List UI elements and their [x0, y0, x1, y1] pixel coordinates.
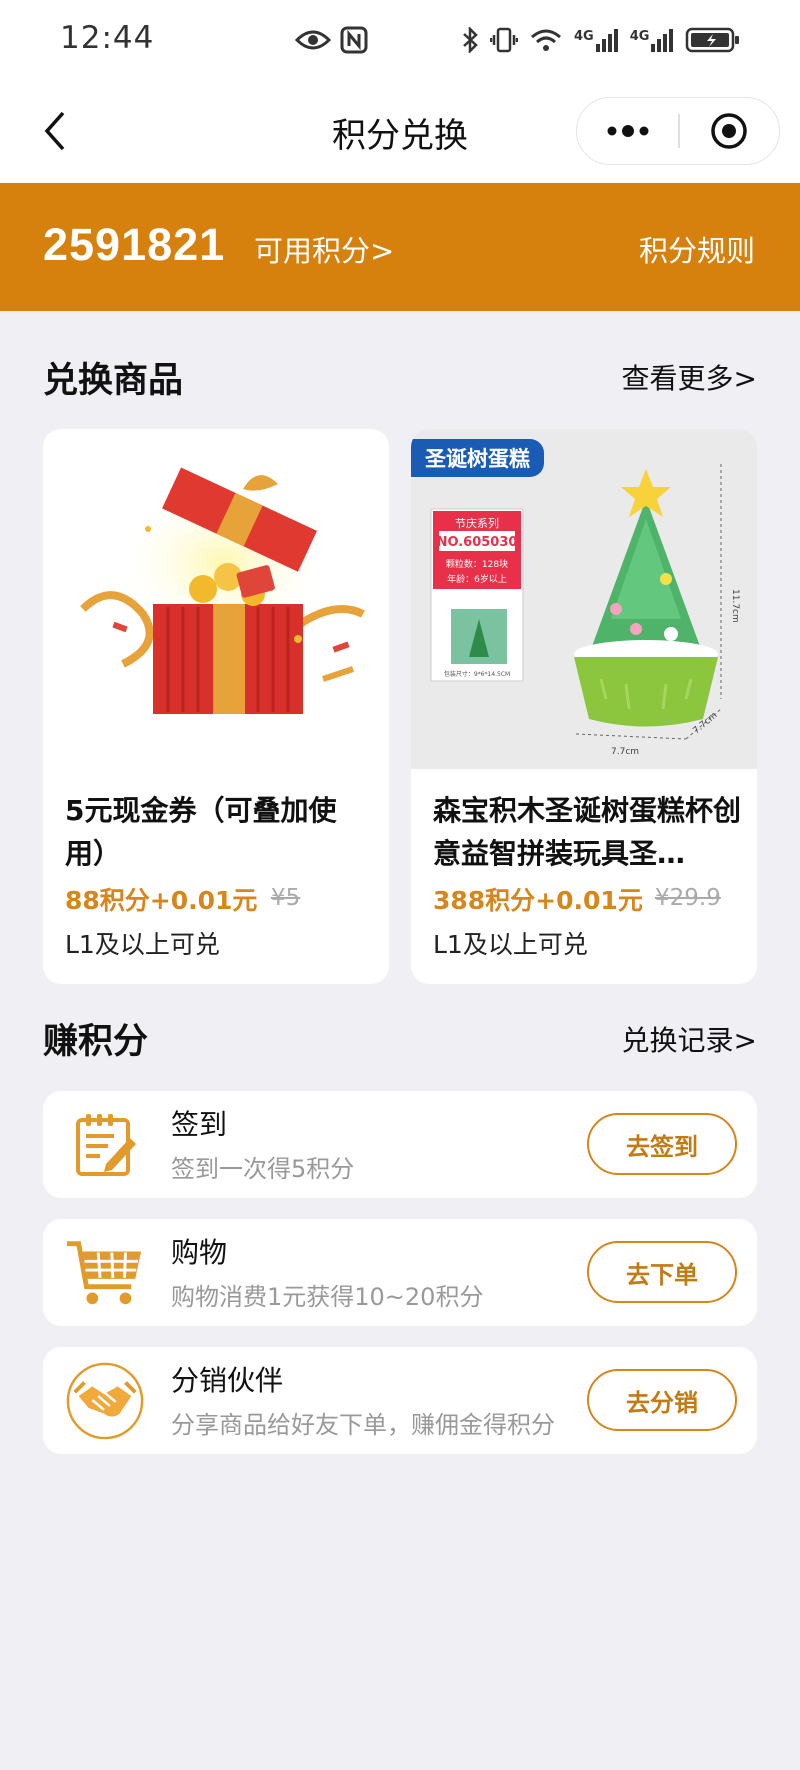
network-type-label: 4G [629, 28, 650, 44]
product-name: 森宝积木圣诞树蛋糕杯创意益智拼装玩具圣… [433, 794, 742, 870]
wifi-icon [531, 29, 561, 51]
sign-in-button[interactable]: 去签到 [587, 1113, 737, 1175]
more-button[interactable] [577, 98, 678, 164]
earn-item-title: 分销伙伴 [171, 1364, 284, 1397]
earn-item-shopping: 购物 购物消费1元获得10~20积分 去下单 [43, 1219, 757, 1326]
signal-bar [657, 38, 662, 52]
product-price: 388积分+0.01元 [433, 886, 643, 915]
product-original-price: ¥29.9 [655, 885, 721, 911]
earn-item-desc: 购物消费1元获得10~20积分 [171, 1283, 484, 1311]
exchange-section-title: 兑换商品 [43, 361, 184, 401]
earn-item-title: 签到 [171, 1108, 228, 1141]
distribute-button[interactable]: 去分销 [587, 1369, 737, 1431]
product-tag: 圣诞树蛋糕 [411, 439, 544, 477]
xmas-tree-toy-icon: 节庆系列 NO.605030 颗粒数：128块 年龄：6岁以上 包装尺寸：9*6… [430, 464, 740, 757]
earn-item-distribution: 分销伙伴 分享商品给好友下单，赚佣金得积分 去分销 [43, 1347, 757, 1454]
shopping-cart-icon [65, 1233, 145, 1313]
bluetooth-icon [463, 27, 478, 53]
exchange-record-link[interactable]: 兑换记录> [622, 1019, 757, 1059]
handshake-icon [65, 1361, 145, 1441]
signal-bar [607, 33, 612, 52]
place-order-button[interactable]: 去下单 [587, 1241, 737, 1303]
signal-bar [601, 38, 606, 52]
status-icons-right: 4G 4G [462, 18, 741, 62]
product-image-xmas-tree-cake: 节庆系列 NO.605030 颗粒数：128块 年龄：6岁以上 包装尺寸：9*6… [411, 429, 757, 769]
product-original-price: ¥5 [271, 885, 301, 911]
box-age-label: 年龄：6岁以上 [447, 573, 507, 585]
earn-item-title: 购物 [171, 1236, 228, 1269]
points-rules-link[interactable]: 积分规则 [639, 228, 755, 270]
points-banner: 2591821 可用积分> 积分规则 [0, 183, 800, 311]
available-points-link[interactable]: 可用积分> [254, 228, 394, 270]
box-series-label: 节庆系列 [455, 516, 499, 530]
product-image-giftbox [43, 429, 389, 769]
product-price: 88积分+0.01元 [65, 886, 258, 915]
earn-item-desc: 签到一次得5积分 [171, 1155, 355, 1183]
dimension-width-label: 7.7cm [611, 747, 639, 757]
points-value: 2591821 [43, 219, 226, 270]
signal-2: 4G [629, 28, 674, 52]
network-type-label: 4G [574, 28, 594, 44]
status-icons-left [295, 18, 369, 62]
earn-item-sign-in: 签到 签到一次得5积分 去签到 [43, 1091, 757, 1198]
box-size-label: 包装尺寸：9*6*14.5CM [444, 670, 510, 678]
earn-item-desc: 分享商品给好友下单，赚佣金得积分 [171, 1411, 555, 1439]
product-card[interactable]: 节庆系列 NO.605030 颗粒数：128块 年龄：6岁以上 包装尺寸：9*6… [411, 429, 757, 984]
product-level-requirement: L1及以上可兑 [433, 930, 588, 959]
nav-bar: 积分兑换 [0, 80, 800, 183]
box-pieces-label: 颗粒数：128块 [446, 558, 508, 570]
earn-section-title: 赚积分 [43, 1022, 149, 1062]
nfc-icon [340, 26, 368, 54]
battery-icon [686, 27, 740, 53]
sign-in-notepad-icon [65, 1105, 145, 1185]
gift-box-icon [80, 467, 365, 714]
signal-1: 4G [574, 28, 618, 52]
signal-bar [669, 28, 674, 52]
close-miniprogram-button[interactable] [679, 98, 779, 164]
product-card[interactable]: 5元现金券（可叠加使用） 88积分+0.01元 ¥5 L1及以上可兑 [43, 429, 389, 984]
dimension-height-label: 11.7cm [730, 589, 740, 623]
view-more-link[interactable]: 查看更多> [622, 357, 757, 397]
miniprogram-capsule [576, 97, 780, 165]
box-number-label: NO.605030 [437, 535, 518, 550]
target-icon [711, 113, 747, 149]
product-name: 5元现金券（可叠加使用） [65, 794, 337, 870]
signal-bar [595, 43, 600, 52]
status-bar: 12:44 4G 4G [0, 0, 800, 80]
more-dots-icon [607, 125, 648, 137]
vibrate-icon [490, 27, 518, 53]
eye-icon [295, 30, 331, 50]
signal-bar [663, 33, 668, 52]
signal-bar [613, 28, 618, 52]
signal-bar [651, 43, 656, 52]
status-time: 12:44 [60, 20, 155, 56]
product-level-requirement: L1及以上可兑 [65, 930, 220, 959]
